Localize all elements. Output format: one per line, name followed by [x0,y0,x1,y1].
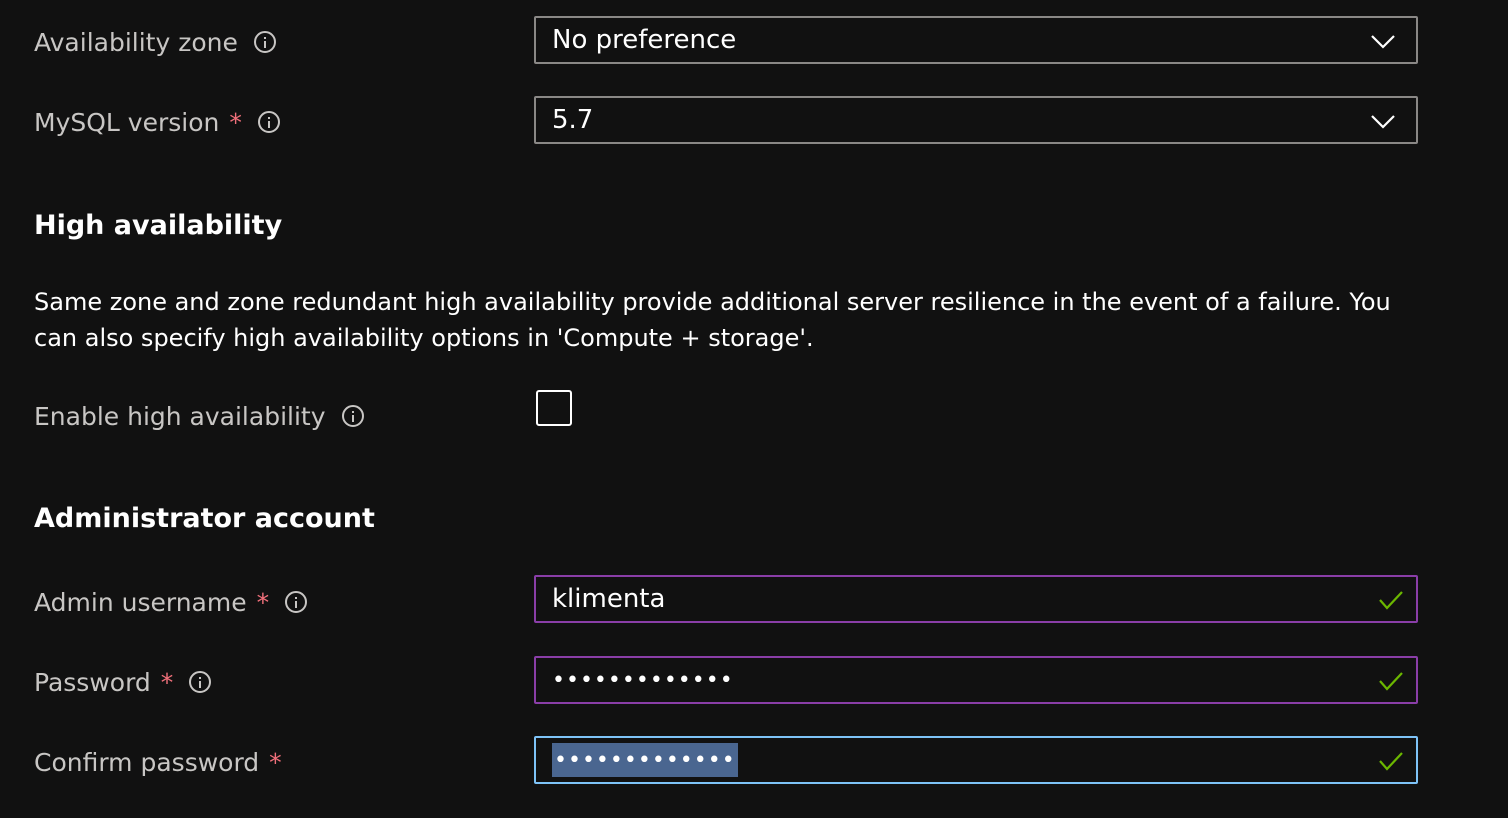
required-asterisk: * [269,747,282,777]
required-asterisk: * [256,587,270,617]
availability-zone-select[interactable]: No preference [534,16,1418,64]
password-value: ••••••••••••• [552,667,734,693]
enable-high-availability-checkbox[interactable] [536,390,572,426]
info-icon[interactable] [341,405,364,427]
checkmark-icon [1379,672,1403,691]
admin-username-input[interactable]: klimenta [534,575,1418,623]
availability-zone-label-text: Availability zone [34,27,238,57]
checkmark-icon [1379,752,1403,771]
info-icon[interactable] [257,111,280,133]
availability-zone-label: Availability zone [34,24,276,60]
required-asterisk: * [160,667,174,697]
confirm-password-label-text: Confirm password [34,747,260,777]
admin-username-value: klimenta [552,584,666,614]
chevron-down-icon [1371,35,1395,49]
admin-username-label: Admin username * [34,584,308,620]
admin-username-label-text: Admin username [34,587,247,617]
administrator-account-heading: Administrator account [34,503,375,534]
mysql-version-value: 5.7 [552,105,594,135]
password-label-text: Password [34,667,151,697]
high-availability-heading: High availability [34,210,283,241]
enable-high-availability-label: Enable high availability [34,398,364,434]
confirm-password-label: Confirm password * [34,744,282,780]
chevron-down-icon [1371,115,1395,129]
mysql-version-label: MySQL version * [34,104,280,140]
checkmark-icon [1379,591,1403,610]
info-icon[interactable] [253,31,276,53]
mysql-server-form: Availability zone No preference MySQL ve… [0,0,1508,818]
info-icon[interactable] [285,591,308,613]
password-label: Password * [34,664,212,700]
mysql-version-select[interactable]: 5.7 [534,96,1418,144]
info-icon[interactable] [189,671,212,693]
confirm-password-input[interactable]: ••••••••••••• [534,736,1418,784]
required-asterisk: * [229,107,242,137]
high-availability-description: Same zone and zone redundant high availa… [34,288,1391,352]
password-input[interactable]: ••••••••••••• [534,656,1418,704]
confirm-password-value: ••••••••••••• [552,743,738,777]
availability-zone-value: No preference [552,25,737,55]
mysql-version-label-text: MySQL version [34,107,220,137]
enable-high-availability-label-text: Enable high availability [34,401,326,431]
